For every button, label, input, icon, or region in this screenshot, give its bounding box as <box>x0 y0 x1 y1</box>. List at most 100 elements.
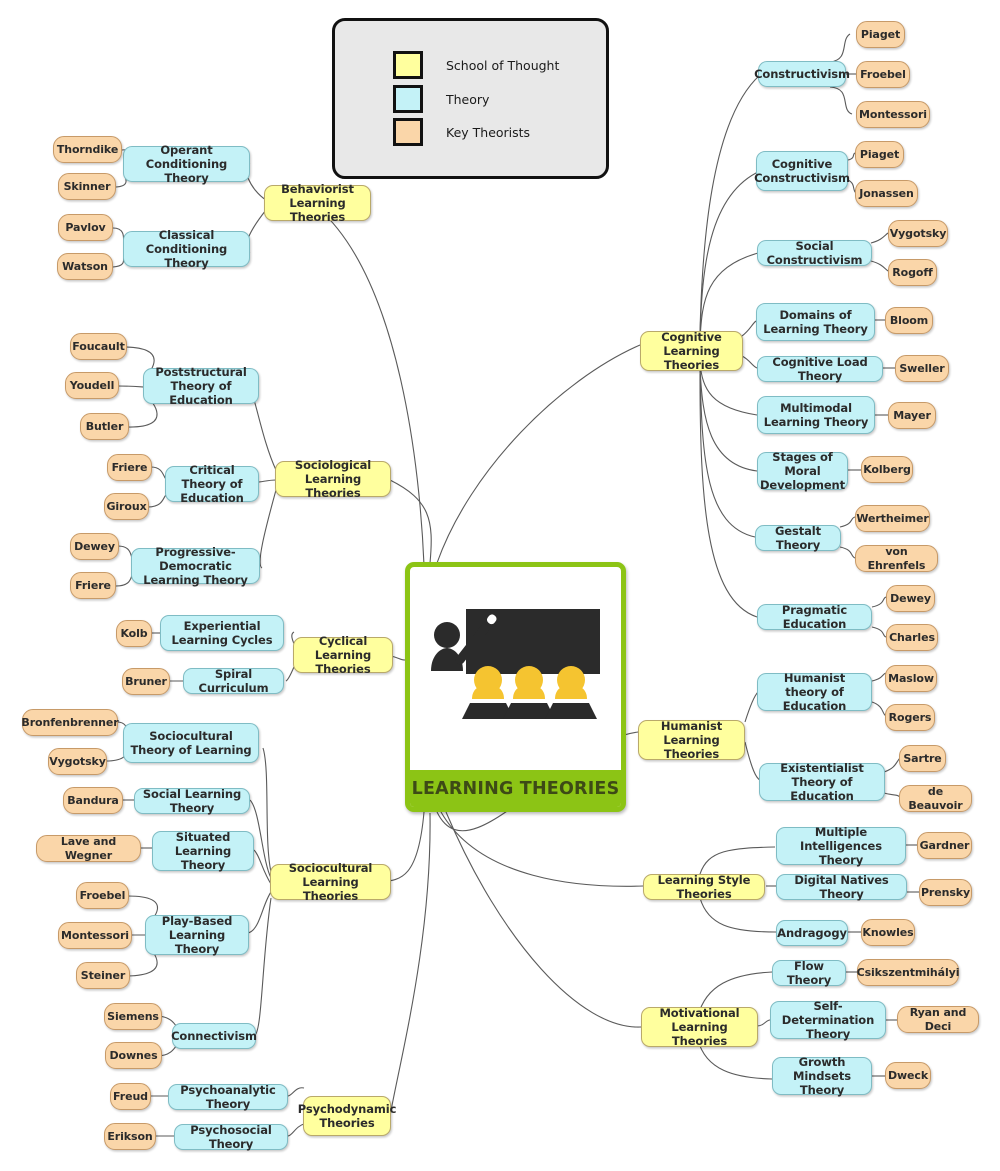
node-cognitive-constructivism[interactable]: Cognitive Constructivism <box>754 151 850 191</box>
edge-humanisttheory-rogers <box>871 701 887 717</box>
node-multiple-intelligences-theory[interactable]: Multiple Intelligences Theory <box>776 825 906 867</box>
node-poststructural-theory-of-education[interactable]: Poststructural Theory of Education <box>143 365 259 407</box>
node-humanist-learning-theories[interactable]: Humanist Learning Theories <box>638 719 745 761</box>
node-cyclical-learning-theories[interactable]: Cyclical Learning Theories <box>293 634 393 676</box>
node-sartre[interactable]: Sartre <box>899 745 946 772</box>
node-multimodal-learning-theory[interactable]: Multimodal Learning Theory <box>757 396 875 434</box>
legend-item-theorists: Key Theorists <box>393 118 530 146</box>
edge-gestalt-wertheimer <box>839 516 856 528</box>
node-bronfenbrenner[interactable]: Bronfenbrenner <box>21 709 119 736</box>
node-froebel-constructivism[interactable]: Froebel <box>856 61 910 88</box>
node-de-beauvoir[interactable]: de Beauvoir <box>899 785 972 812</box>
node-classical-conditioning-theory[interactable]: Classical Conditioning Theory <box>123 228 250 270</box>
node-ryan-and-deci[interactable]: Ryan and Deci <box>897 1006 979 1033</box>
node-gardner[interactable]: Gardner <box>917 832 972 859</box>
edge-center-sociological <box>389 479 432 564</box>
node-humanist-theory-of-education[interactable]: Humanist theory of Education <box>757 671 872 713</box>
node-growth-mindsets-theory[interactable]: Growth Mindsets Theory <box>772 1055 872 1097</box>
node-domains-of-learning-theory[interactable]: Domains of Learning Theory <box>756 303 875 341</box>
node-skinner[interactable]: Skinner <box>58 173 116 200</box>
node-steiner[interactable]: Steiner <box>76 962 130 989</box>
node-pragmatic-education[interactable]: Pragmatic Education <box>757 603 872 631</box>
node-experiential-learning-cycles[interactable]: Experiential Learning Cycles <box>160 615 284 651</box>
node-progressive-democratic-learning-theory[interactable]: Progressive-Democratic Learning Theory <box>131 545 260 587</box>
node-mayer[interactable]: Mayer <box>888 402 936 429</box>
node-bruner[interactable]: Bruner <box>122 668 170 695</box>
node-spiral-curriculum[interactable]: Spiral Curriculum <box>183 667 284 695</box>
node-sociocultural-learning-theories[interactable]: Sociocultural Learning Theories <box>270 861 391 903</box>
mindmap-canvas: School of Thought Theory Key Theorists L… <box>0 0 1000 1171</box>
node-siemens[interactable]: Siemens <box>104 1003 162 1030</box>
node-connectivism[interactable]: Connectivism <box>171 1023 257 1049</box>
node-friere-critical[interactable]: Friere <box>107 454 152 481</box>
node-cognitive-load-theory[interactable]: Cognitive Load Theory <box>757 355 883 383</box>
node-bandura[interactable]: Bandura <box>63 787 123 814</box>
node-motivational-learning-theories[interactable]: Motivational Learning Theories <box>641 1006 758 1048</box>
node-social-constructivism[interactable]: Social Constructivism <box>757 239 872 267</box>
node-montessori-playbased[interactable]: Montessori <box>58 922 132 949</box>
node-flow-theory[interactable]: Flow Theory <box>772 959 846 987</box>
node-psychodynamic-theories[interactable]: Psychodynamic Theories <box>298 1096 396 1136</box>
node-vygotsky-sociocultural[interactable]: Vygotsky <box>48 748 107 775</box>
node-downes[interactable]: Downes <box>105 1042 162 1069</box>
node-cognitive-learning-theories[interactable]: Cognitive Learning Theories <box>640 330 743 372</box>
node-montessori-constructivism[interactable]: Montessori <box>856 101 930 128</box>
node-froebel-playbased[interactable]: Froebel <box>76 882 129 909</box>
node-charles[interactable]: Charles <box>886 624 938 651</box>
edge-sociological-critical <box>257 479 277 483</box>
node-piaget-constructivism[interactable]: Piaget <box>856 21 905 48</box>
edge-humanisttheory-maslow <box>871 672 887 682</box>
node-learning-style-theories[interactable]: Learning Style Theories <box>643 873 765 901</box>
node-pavlov[interactable]: Pavlov <box>58 214 113 241</box>
node-situated-learning-theory[interactable]: Situated Learning Theory <box>152 830 254 872</box>
node-erikson[interactable]: Erikson <box>104 1123 156 1150</box>
node-watson[interactable]: Watson <box>57 253 113 280</box>
edge-psychodynamic-psychoanalytic <box>287 1087 305 1097</box>
node-constructivism[interactable]: Constructivism <box>754 61 850 87</box>
node-foucault[interactable]: Foucault <box>70 333 127 360</box>
node-jonassen[interactable]: Jonassen <box>855 180 918 207</box>
node-vygotsky-social[interactable]: Vygotsky <box>888 220 948 247</box>
node-psychoanalytic-theory[interactable]: Psychoanalytic Theory <box>168 1083 288 1111</box>
node-gestalt-theory[interactable]: Gestalt Theory <box>755 524 841 552</box>
node-rogers[interactable]: Rogers <box>885 704 935 731</box>
node-butler[interactable]: Butler <box>80 413 129 440</box>
node-prensky[interactable]: Prensky <box>919 879 972 906</box>
node-wertheimer[interactable]: Wertheimer <box>855 505 930 532</box>
node-youdell[interactable]: Youdell <box>65 372 119 399</box>
node-critical-theory-of-education[interactable]: Critical Theory of Education <box>165 463 259 505</box>
node-thorndike[interactable]: Thorndike <box>53 136 122 163</box>
node-behaviorist-learning-theories[interactable]: Behaviorist Learning Theories <box>264 182 371 224</box>
node-von-ehrenfels[interactable]: von Ehrenfels <box>855 545 938 572</box>
node-freud[interactable]: Freud <box>110 1083 151 1110</box>
node-self-determination-theory[interactable]: Self-Determination Theory <box>770 999 886 1041</box>
edge-cognitive-cogload <box>741 355 758 369</box>
node-lave-and-wegner[interactable]: Lave and Wegner <box>36 835 141 862</box>
node-maslow[interactable]: Maslow <box>885 665 937 692</box>
node-play-based-learning-theory[interactable]: Play-Based Learning Theory <box>145 914 249 956</box>
edge-center-learningstyle <box>440 811 644 887</box>
node-operant-conditioning-theory[interactable]: Operant Conditioning Theory <box>123 143 250 185</box>
node-digital-natives-theory[interactable]: Digital Natives Theory <box>776 873 907 901</box>
node-sociocultural-theory-of-learning[interactable]: Sociocultural Theory of Learning <box>123 723 259 763</box>
node-social-learning-theory[interactable]: Social Learning Theory <box>134 787 250 815</box>
node-rogoff[interactable]: Rogoff <box>888 259 937 286</box>
node-csikszentmihalyi[interactable]: Csikszentmihályi <box>857 959 960 986</box>
node-psychosocial-theory[interactable]: Psychosocial Theory <box>174 1123 288 1151</box>
node-giroux[interactable]: Giroux <box>104 493 149 520</box>
node-bloom[interactable]: Bloom <box>885 307 933 334</box>
node-kolb[interactable]: Kolb <box>116 620 152 647</box>
node-kolberg[interactable]: Kolberg <box>861 456 913 483</box>
node-andragogy[interactable]: Andragogy <box>776 920 848 946</box>
node-dweck[interactable]: Dweck <box>885 1062 931 1089</box>
node-stages-of-moral-development[interactable]: Stages of Moral Development <box>757 450 848 492</box>
node-piaget-cognitive[interactable]: Piaget <box>855 141 904 168</box>
node-dewey-pragmatic[interactable]: Dewey <box>886 585 935 612</box>
node-friere-progressive[interactable]: Friere <box>70 572 116 599</box>
node-sweller[interactable]: Sweller <box>895 355 949 382</box>
node-knowles[interactable]: Knowles <box>861 919 915 946</box>
node-sociological-learning-theories[interactable]: Sociological Learning Theories <box>275 458 391 500</box>
central-node[interactable]: LEARNING THEORIES <box>405 562 626 812</box>
node-existentialist-theory-of-education[interactable]: Existentialist Theory of Education <box>759 761 885 803</box>
node-dewey-progressive[interactable]: Dewey <box>70 533 119 560</box>
